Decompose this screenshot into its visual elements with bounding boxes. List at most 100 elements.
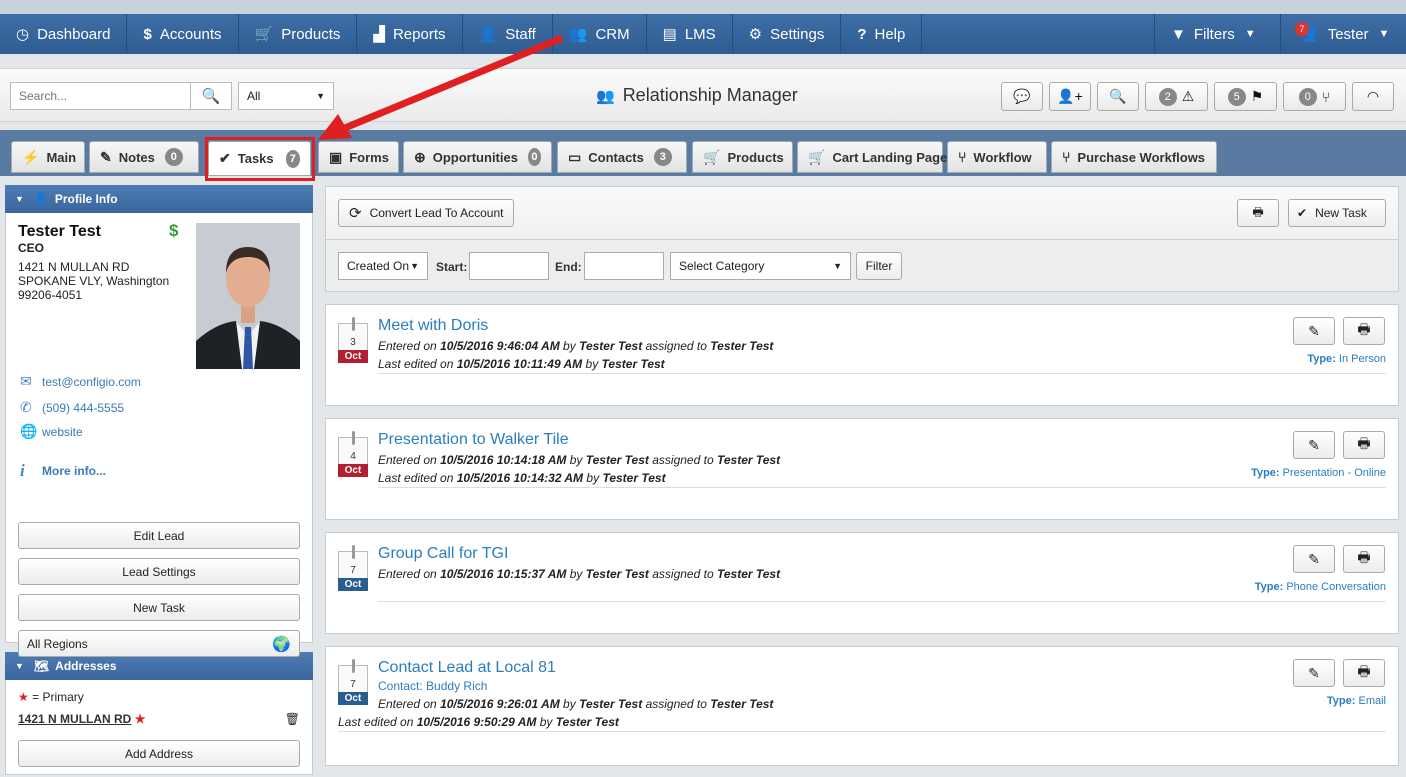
task-actions-bar: ⟳ Convert Lead To Account 🖶 ✔ New Task (325, 186, 1399, 240)
top-strip (0, 0, 1406, 14)
more-info-link[interactable]: i More info... (20, 461, 106, 481)
collapse-icon: ▼ (15, 194, 24, 204)
info-icon: i (20, 461, 25, 480)
start-date-input[interactable] (469, 252, 549, 280)
pencil-icon: ✎ (1308, 322, 1320, 339)
edit-task-button[interactable]: ✎ (1293, 317, 1335, 345)
phone-icon: ✆ (20, 399, 32, 415)
print-task-button[interactable]: 🖶 (1343, 659, 1385, 687)
primary-address-row: 1421 N MULLAN RD ★ 🗑 (18, 712, 300, 726)
tab-products[interactable]: 🛒 Products (692, 141, 793, 173)
primary-address-link[interactable]: 1421 N MULLAN RD (18, 712, 131, 726)
search-input[interactable] (10, 82, 191, 110)
trash-icon[interactable]: 🗑 (285, 712, 300, 726)
convert-lead-button[interactable]: ⟳ Convert Lead To Account (338, 199, 515, 227)
alerts-button[interactable]: 2 ⚠ (1145, 82, 1208, 111)
add-user-icon: 👤+ (1057, 88, 1083, 104)
dashboard-icon: ◷ (16, 26, 30, 43)
edit-task-button[interactable]: ✎ (1293, 431, 1335, 459)
edit-task-button[interactable]: ✎ (1293, 659, 1335, 687)
nav-help[interactable]: ? Help (841, 14, 923, 54)
tab-purchase-workflows[interactable]: ⑂ Purchase Workflows (1051, 141, 1217, 173)
users-icon: 👥 (596, 87, 615, 105)
regions-select[interactable]: All Regions 🌍 (18, 630, 300, 657)
nav-dashboard[interactable]: ◷ Dashboard (0, 14, 128, 54)
sidebar-new-task-button[interactable]: New Task (18, 594, 300, 621)
lead-phone-link[interactable]: ✆ (509) 444-5555 (20, 399, 124, 416)
dollar-icon: $ (143, 25, 152, 43)
dashboard-gauge-button[interactable]: ◠ (1352, 82, 1394, 111)
task-contact-link[interactable]: Buddy Rich (426, 679, 487, 693)
workflow-icon: ⑂ (1321, 88, 1331, 105)
task-edited-line: Last edited on 10/5/2016 10:11:49 AM by … (378, 357, 665, 371)
tab-notes[interactable]: ✎ Notes 0 (89, 141, 199, 173)
sidebar: ▼ 👤 Profile Info Tester Test CEO 1421 N MU… (5, 185, 313, 775)
caret-down-icon: ▼ (1244, 28, 1256, 40)
messages-button[interactable]: 💬 (1001, 82, 1043, 111)
lead-email-link[interactable]: ✉ test@configio.com (20, 373, 141, 390)
alerts-count: 2 (1158, 87, 1177, 106)
task-entered-line: Entered on 10/5/2016 10:15:37 AM by Test… (378, 567, 781, 581)
filters-menu[interactable]: ▼ Filters ▼ (1154, 14, 1280, 54)
toolbar: 🔍 All▼ 👥Relationship Manager 💬 👤+ 🔍 2⚠ 5… (0, 68, 1406, 122)
search-leads-button[interactable]: 🔍 (1097, 82, 1139, 111)
task-card: 3 Oct Meet with Doris Entered on 10/5/201… (325, 304, 1399, 406)
profile-info-header[interactable]: ▼ 👤 Profile Info (5, 185, 313, 213)
task-entered-line: Entered on 10/5/2016 10:14:18 AM by Test… (378, 453, 781, 467)
tab-workflow[interactable]: ⑂ Workflow (947, 141, 1047, 173)
search-icon: 🔍 (1109, 88, 1127, 104)
notification-badge: 7 (1295, 22, 1309, 36)
add-address-button[interactable]: Add Address (18, 740, 300, 767)
caret-down-icon: ▼ (410, 261, 419, 271)
sort-select[interactable]: Created On ▼ (338, 252, 428, 280)
nav-settings[interactable]: ⚙ Settings (733, 14, 842, 54)
book-icon: ▤ (662, 26, 677, 43)
print-task-button[interactable]: 🖶 (1343, 431, 1385, 459)
lead-website-link[interactable]: 🌐 website (20, 423, 83, 440)
gauge-icon: ◠ (1366, 88, 1380, 104)
page-title: 👥 Relationship Manager (596, 85, 798, 105)
edit-lead-button[interactable]: Edit Lead (18, 522, 300, 549)
workflow-count: 0 (1298, 87, 1317, 106)
print-icon: 🖶 (1357, 321, 1371, 337)
end-date-input[interactable] (584, 252, 664, 280)
user-menu[interactable]: 👤 7 Tester ▼ (1280, 14, 1406, 54)
edit-task-button[interactable]: ✎ (1293, 545, 1335, 573)
lead-photo (196, 223, 300, 369)
star-icon: ★ (18, 690, 29, 704)
task-title-link[interactable]: Contact Lead at Local 81 (378, 659, 556, 677)
tasks-content: ⟳ Convert Lead To Account 🖶 ✔ New Task Cre… (325, 186, 1399, 766)
search-button[interactable]: 🔍 (190, 82, 232, 110)
edit-icon: ✎ (100, 148, 112, 165)
filter-button[interactable]: Filter (856, 252, 902, 280)
task-title-link[interactable]: Meet with Doris (378, 317, 488, 335)
print-tasks-button[interactable]: 🖶 (1237, 199, 1279, 227)
flags-count: 5 (1227, 87, 1246, 106)
task-title-link[interactable]: Presentation to Walker Tile (378, 431, 569, 449)
add-user-button[interactable]: 👤+ (1049, 82, 1091, 111)
category-select[interactable]: Select Category ▼ (670, 252, 851, 280)
tab-main[interactable]: ⚡ Main (11, 141, 85, 173)
primary-legend: ★ = Primary (18, 690, 84, 704)
search-icon: 🔍 (201, 88, 221, 105)
globe-icon: 🌐 (20, 423, 38, 439)
account-dollar-icon[interactable]: $ (169, 221, 178, 241)
pencil-icon: ✎ (1308, 550, 1320, 567)
profile-info-panel: Tester Test CEO 1421 N MULLAN RD SPOKANE… (5, 213, 313, 657)
user-icon: 👤 7 (1295, 22, 1320, 43)
print-icon: 🖶 (1357, 435, 1371, 451)
print-task-button[interactable]: 🖶 (1343, 545, 1385, 573)
task-type: Type: Presentation - Online (1251, 467, 1386, 479)
flags-button[interactable]: 5 ⚑ (1214, 82, 1277, 111)
lead-settings-button[interactable]: Lead Settings (18, 558, 300, 585)
nav-lms[interactable]: ▤ LMS (647, 14, 733, 54)
tab-cart-landing-page[interactable]: 🛒 Cart Landing Page (797, 141, 947, 173)
pencil-icon: ✎ (1308, 664, 1320, 681)
print-task-button[interactable]: 🖶 (1343, 317, 1385, 345)
clipboard-icon: ▣ (329, 148, 343, 165)
workflow-button[interactable]: 0 ⑂ (1283, 82, 1346, 111)
print-icon: 🖶 (1357, 549, 1371, 565)
nav-accounts[interactable]: $ Accounts (127, 14, 239, 54)
new-task-button[interactable]: ✔ New Task (1288, 199, 1386, 227)
task-title-link[interactable]: Group Call for TGI (378, 545, 508, 563)
